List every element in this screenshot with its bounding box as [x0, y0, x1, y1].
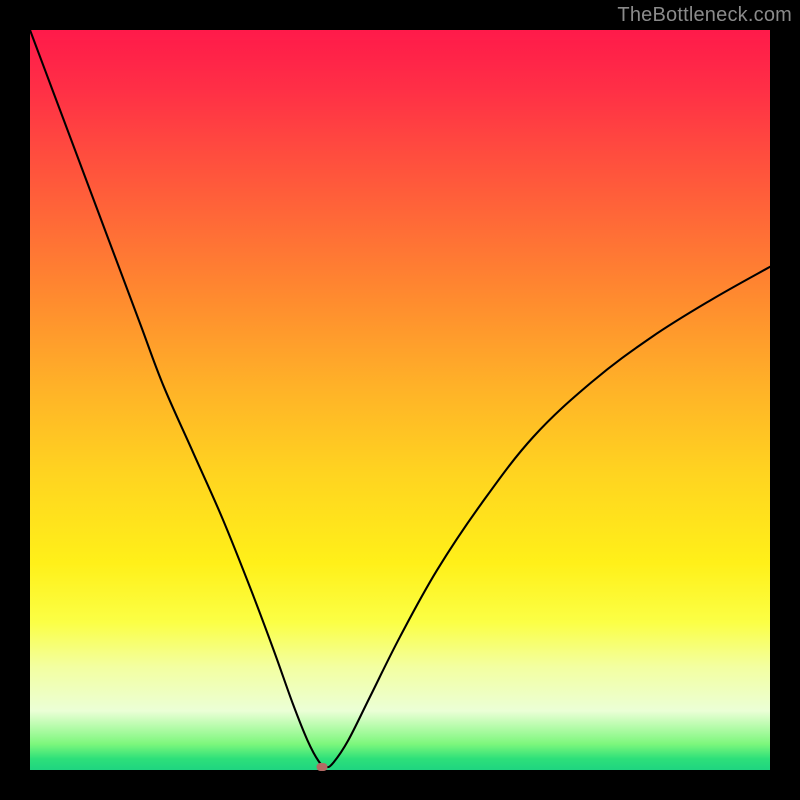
watermark-text: TheBottleneck.com — [617, 4, 792, 27]
optimal-point-marker — [317, 763, 328, 771]
curve-path — [30, 30, 770, 767]
plot-area — [30, 30, 770, 770]
chart-frame: TheBottleneck.com — [0, 0, 800, 800]
bottleneck-curve — [30, 30, 770, 770]
